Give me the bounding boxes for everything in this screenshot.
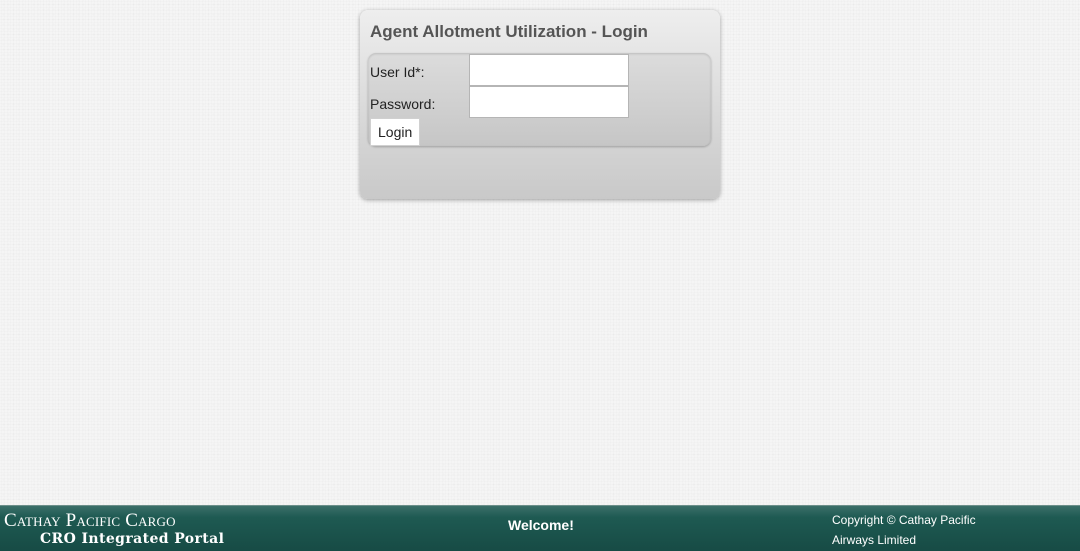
footer: Cathay Pacific Cargo CRO Integrated Port…	[0, 505, 1080, 551]
userid-label: User Id*:	[370, 64, 425, 80]
welcome-text: Welcome!	[508, 517, 574, 533]
login-form: User Id*: Password: Login	[368, 53, 711, 146]
brand-name: Cathay Pacific Cargo	[4, 510, 176, 531]
login-panel: Agent Allotment Utilization - Login User…	[360, 10, 720, 199]
userid-input[interactable]	[469, 54, 629, 86]
password-input[interactable]	[469, 86, 629, 118]
login-panel-title: Agent Allotment Utilization - Login	[370, 22, 648, 41]
cathay-cargo-logo: Cathay Pacific Cargo CRO Integrated Port…	[4, 510, 244, 550]
portal-name: CRO Integrated Portal	[40, 531, 225, 547]
copyright-text: Copyright © Cathay Pacific Airways Limit…	[832, 513, 976, 547]
password-label: Password:	[370, 96, 436, 112]
login-button[interactable]: Login	[370, 118, 421, 146]
